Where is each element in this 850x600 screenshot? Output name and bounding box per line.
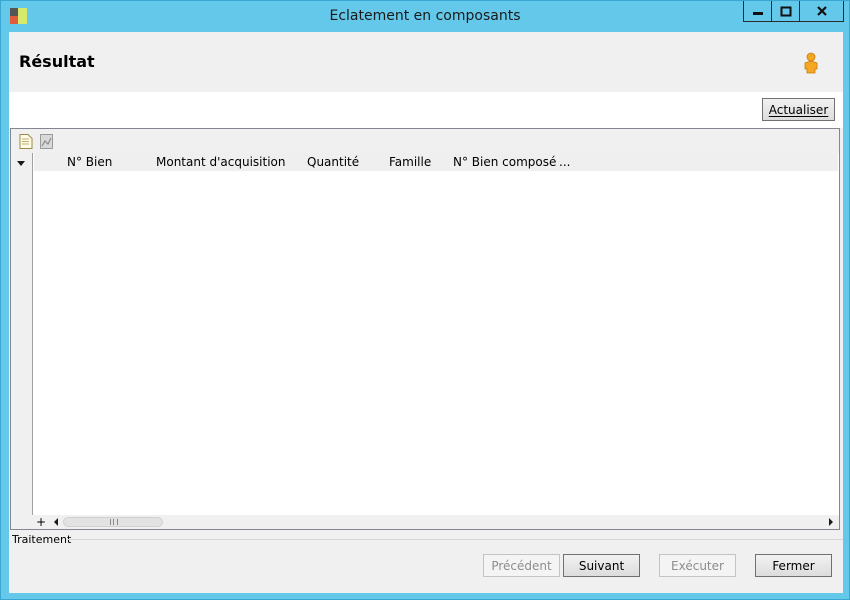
group-divider — [67, 539, 843, 540]
previous-button[interactable]: Précédent — [483, 554, 560, 577]
wizard-header: Résultat — [9, 32, 843, 92]
maximize-button[interactable] — [772, 1, 800, 22]
title-bar[interactable]: Eclatement en composants — [1, 1, 849, 31]
minimize-button[interactable] — [743, 1, 772, 22]
dialog-window: Eclatement en composants Résultat Actual… — [0, 0, 850, 600]
processing-group-label: Traitement — [12, 533, 72, 546]
toolbar-band — [9, 92, 843, 128]
grip-icon — [110, 519, 118, 525]
window-title: Eclatement en composants — [329, 8, 521, 24]
close-icon — [816, 6, 827, 16]
dialog-client-area: Résultat Actualiser N° Bien Montant d'ac… — [9, 32, 843, 593]
next-button[interactable]: Suivant — [563, 554, 640, 577]
column-header-n-bien[interactable]: N° Bien — [67, 155, 112, 169]
column-header-montant[interactable]: Montant d'acquisition — [156, 155, 285, 169]
horizontal-scrollbar[interactable]: + — [11, 515, 839, 529]
document-icon[interactable] — [19, 134, 33, 149]
maximize-icon — [780, 6, 791, 16]
scroll-right-icon[interactable] — [829, 518, 833, 526]
close-window-button[interactable] — [800, 1, 844, 22]
row-selector-column — [11, 153, 33, 515]
column-header-quantite[interactable]: Quantité — [307, 155, 359, 169]
close-button[interactable]: Fermer — [755, 554, 832, 577]
image-icon[interactable] — [40, 134, 54, 149]
column-header-n-bien-compose[interactable]: N° Bien composé — [453, 155, 556, 169]
minimize-icon — [752, 12, 763, 15]
scrollbar-thumb[interactable] — [63, 517, 163, 527]
page-title: Résultat — [19, 52, 95, 71]
refresh-button[interactable]: Actualiser — [762, 98, 835, 121]
column-header-famille[interactable]: Famille — [389, 155, 431, 169]
add-row-button[interactable]: + — [36, 515, 46, 529]
execute-button[interactable]: Exécuter — [659, 554, 736, 577]
grid-column-headers: N° Bien Montant d'acquisition Quantité F… — [34, 153, 838, 171]
results-grid[interactable]: N° Bien Montant d'acquisition Quantité F… — [10, 128, 840, 530]
column-chooser[interactable]: ... — [559, 155, 570, 169]
grid-toolbar — [11, 129, 839, 153]
refresh-button-label: Actualiser — [768, 102, 829, 117]
scroll-left-icon[interactable] — [54, 518, 58, 526]
grid-rows-area[interactable] — [34, 171, 838, 515]
expand-all-icon[interactable] — [17, 161, 25, 166]
user-icon — [802, 52, 820, 74]
